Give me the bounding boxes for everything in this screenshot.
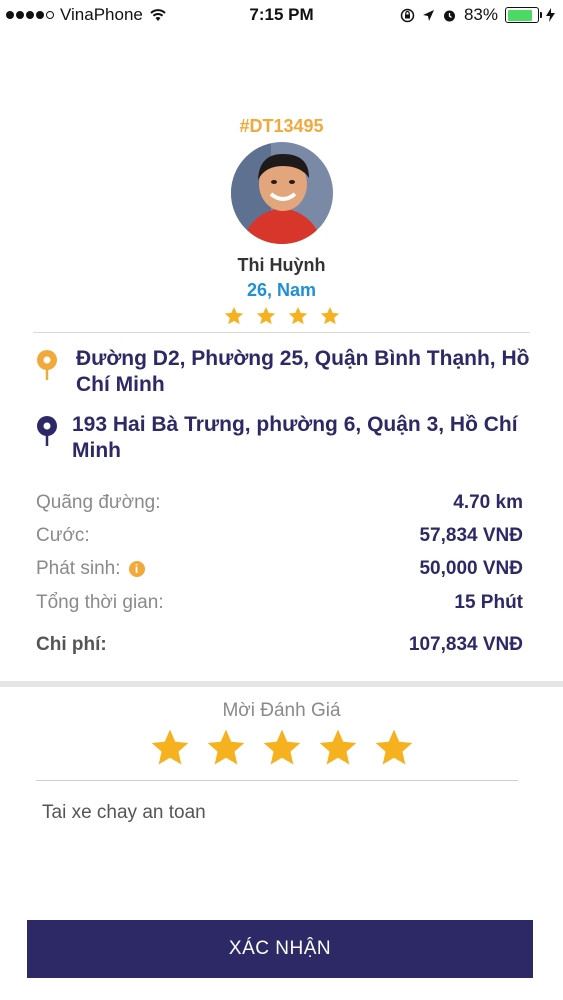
detail-time: Tổng thời gian: 15 Phút — [36, 592, 523, 614]
detail-distance: Quãng đường: 4.70 km — [36, 492, 523, 514]
star-icon — [375, 729, 412, 765]
rating-stars — [0, 726, 563, 770]
orientation-lock-icon — [400, 8, 415, 22]
star-icon — [207, 729, 244, 765]
time-value: 15 Phút — [454, 592, 523, 613]
battery-icon — [505, 7, 542, 23]
star-icon — [288, 306, 307, 325]
pin-orange-icon — [37, 350, 57, 380]
battery-percent: 83% — [463, 5, 498, 24]
alarm-icon — [443, 10, 455, 21]
driver-rating — [0, 305, 563, 327]
distance-label: Quãng đường: — [36, 492, 161, 513]
pickup-location: Đường D2, Phường 25, Quận Bình Thạnh, Hồ… — [36, 346, 536, 398]
location-arrow-icon — [422, 9, 434, 21]
info-icon[interactable]: i — [128, 561, 145, 577]
driver-avatar — [231, 142, 333, 244]
star-icon — [320, 306, 339, 325]
star-icon — [224, 306, 243, 325]
distance-value: 4.70 km — [453, 492, 523, 513]
booking-id: #DT13495 — [239, 116, 324, 136]
star-icon — [256, 306, 275, 325]
confirm-button[interactable]: XÁC NHẬN — [27, 920, 533, 978]
rate-star-2[interactable] — [204, 726, 248, 770]
status-bar: VinaPhone 7:15 PM 83% — [0, 0, 563, 30]
rate-star-1[interactable] — [148, 726, 192, 770]
dropoff-location: 193 Hai Bà Trưng, phường 6, Quận 3, Hồ C… — [36, 412, 536, 464]
total-value: 107,834 VNĐ — [408, 634, 523, 655]
fare-value: 57,834 VNĐ — [419, 525, 523, 546]
divider — [33, 332, 530, 333]
detail-total: Chi phí: 107,834 VNĐ — [36, 634, 523, 656]
driver-name: Thi Huỳnh — [237, 255, 326, 275]
detail-fare: Cước: 57,834 VNĐ — [36, 525, 523, 547]
driver-age-gender: 26, Nam — [246, 280, 317, 300]
extra-label-wrap: Phát sinh: i — [36, 558, 145, 580]
star-icon — [263, 729, 300, 765]
detail-extra: Phát sinh: i 50,000 VNĐ — [36, 558, 523, 580]
fare-label: Cước: — [36, 525, 90, 546]
section-divider — [0, 681, 563, 687]
dropoff-address: 193 Hai Bà Trưng, phường 6, Quận 3, Hồ C… — [72, 413, 518, 462]
extra-label: Phát sinh: — [36, 558, 121, 579]
star-icon — [151, 729, 188, 765]
comment-input[interactable]: Tai xe chay an toan — [36, 798, 518, 898]
pin-navy-icon — [37, 416, 57, 446]
total-label: Chi phí: — [36, 634, 107, 655]
star-icon — [319, 729, 356, 765]
rate-star-5[interactable] — [372, 726, 416, 770]
extra-value: 50,000 VNĐ — [419, 558, 523, 579]
pickup-address: Đường D2, Phường 25, Quận Bình Thạnh, Hồ… — [76, 347, 530, 396]
time-label: Tổng thời gian: — [36, 592, 164, 613]
divider — [36, 780, 518, 781]
charging-bolt-icon — [546, 8, 555, 22]
rate-star-4[interactable] — [316, 726, 360, 770]
rate-star-3[interactable] — [260, 726, 304, 770]
status-right: 83% — [400, 5, 555, 25]
rating-title: Mời Đánh Giá — [222, 700, 341, 721]
